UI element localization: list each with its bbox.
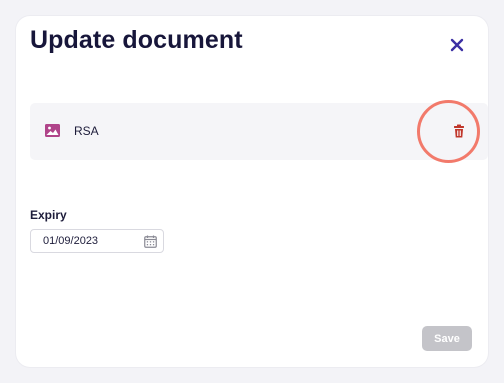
trash-icon <box>454 124 464 138</box>
expiry-label: Expiry <box>30 208 67 222</box>
file-name: RSA <box>74 124 99 138</box>
calendar-icon[interactable] <box>144 235 157 248</box>
dialog-title: Update document <box>30 26 243 54</box>
expiry-date-value: 01/09/2023 <box>43 235 99 247</box>
save-button[interactable]: Save <box>422 326 472 351</box>
close-icon <box>450 38 464 52</box>
close-button[interactable] <box>448 36 466 54</box>
image-icon <box>45 124 60 137</box>
file-item: RSA <box>30 103 488 160</box>
delete-file-button[interactable] <box>448 120 470 142</box>
expiry-date-input[interactable]: 01/09/2023 <box>30 229 164 253</box>
update-document-dialog: Update document RSA Expiry 01/09/2023 Sa… <box>16 16 488 367</box>
